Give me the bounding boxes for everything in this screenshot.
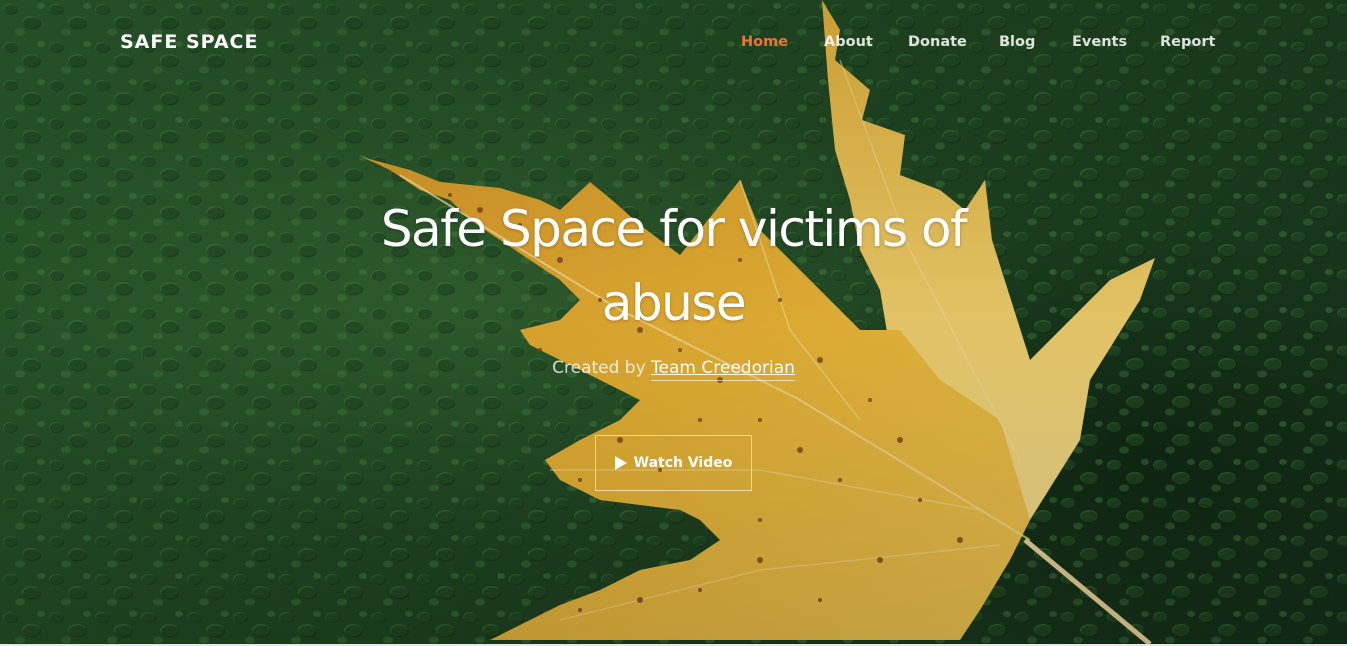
nav-about-link[interactable]: About [824,34,908,50]
play-icon [614,456,627,470]
team-link[interactable]: Team Creedorian [651,358,795,381]
hero-credit: Created by Team Creedorian [400,358,947,381]
nav-home-link[interactable]: Home [741,34,824,50]
nav-report-link[interactable]: Report [1160,34,1220,50]
hero-title-line-1: Safe Space for victims of [380,200,968,258]
watch-video-label: Watch Video [633,455,733,471]
nav-events-link[interactable]: Events [1072,34,1160,50]
site-logo[interactable]: SAFE SPACE [120,31,258,53]
watch-video-button[interactable]: Watch Video [595,435,752,491]
nav-donate-link[interactable]: Donate [908,34,999,50]
main-nav: Home About Donate Blog Events Report [741,34,1220,50]
nav-blog-link[interactable]: Blog [999,34,1072,50]
hero-section: SAFE SPACE Home About Donate Blog Events… [0,0,1347,644]
hero-title: Safe Space for victims of abuse [360,192,987,340]
hero-title-line-2: abuse [601,274,747,332]
credit-prefix: Created by [552,358,646,378]
